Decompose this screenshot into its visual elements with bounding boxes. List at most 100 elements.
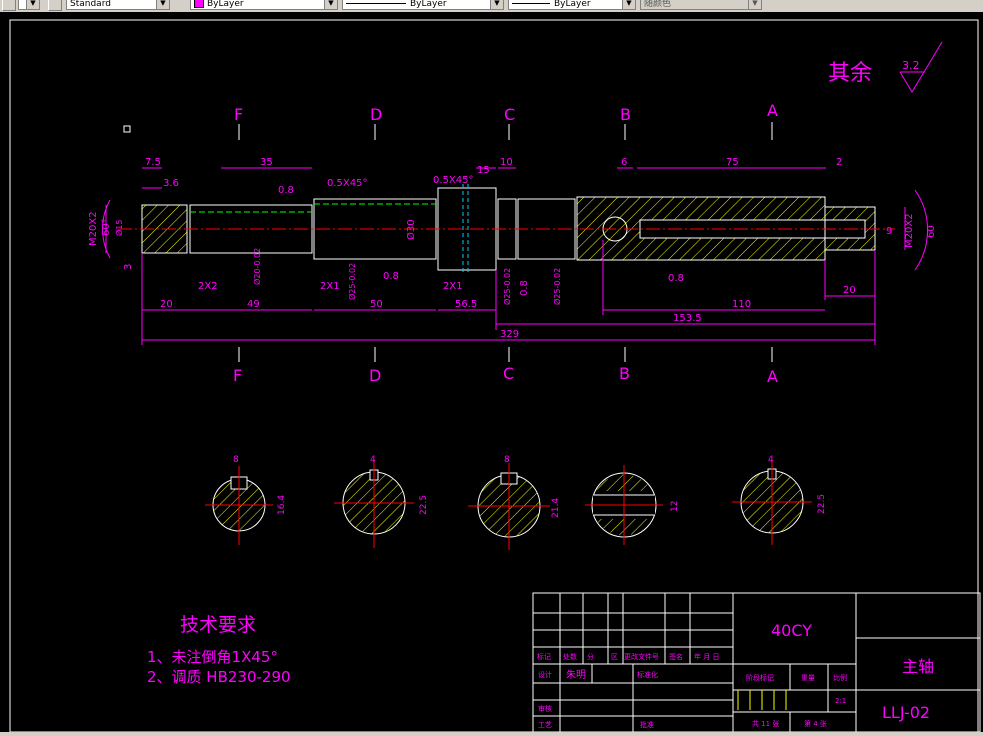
toolbar-spacer: [768, 0, 978, 11]
section-d: 4 22.5: [334, 455, 429, 548]
dimension-label: 第 4 张: [804, 719, 827, 728]
linetype-sample: [346, 3, 406, 4]
dimension-label: Ø20-0.02: [252, 248, 262, 285]
dimension-label: 区: [611, 653, 618, 661]
dimension-label: 批准: [640, 720, 654, 729]
toolbar-button[interactable]: [2, 0, 16, 11]
section-letter: D: [370, 105, 382, 124]
dimension-label: 50: [370, 299, 383, 310]
grip-marker: [123, 125, 131, 133]
dimension-label: 0.8: [519, 280, 530, 296]
dimension-label: 重量: [801, 674, 815, 682]
dimension-label: 12: [670, 501, 680, 512]
dimension-label: 年 月 日: [694, 652, 719, 661]
dimension-label: 20: [160, 299, 173, 310]
dimension-label: 22.5: [419, 495, 429, 515]
color-dropdown[interactable]: ByLayer ▼: [190, 0, 338, 10]
dimension-label: 75: [726, 157, 739, 168]
text-style-icon[interactable]: [48, 0, 62, 11]
section-markers-bottom: F D C B A: [233, 347, 778, 386]
drawing-canvas[interactable]: 其余 3.2 F D C B A F D C B A 7.5 3.6 35 0.…: [0, 12, 983, 733]
title-block: 40CY 主轴 LLJ-02 标记 处数 分 区 更改文件号 签名 年 月 日 …: [532, 592, 981, 733]
lineweight-dropdown[interactable]: ByLayer ▼: [508, 0, 636, 10]
dimension-label: 35: [260, 157, 273, 168]
dimension-label: 0.5X45°: [433, 175, 473, 186]
dimension-label: 0.8: [383, 271, 399, 282]
chevron-down-icon: ▼: [26, 0, 39, 9]
dimension-label: 9: [886, 226, 892, 237]
dimension-label: 21.4: [551, 498, 561, 518]
dimension-label: M20X2: [88, 211, 99, 246]
tech-req-title: 技术要求: [180, 614, 256, 636]
linetype-dropdown[interactable]: ByLayer ▼: [342, 0, 504, 10]
section-f: 8 16.4: [205, 455, 287, 545]
drawing-number: LLJ-02: [882, 703, 930, 722]
dimension-label: 8: [504, 455, 510, 465]
designer-name: 朱明: [566, 669, 586, 681]
section-letter: F: [233, 366, 242, 385]
dimension-label: Ø25-0.02: [552, 268, 562, 305]
dimension-label: 更改文件号: [624, 652, 659, 661]
dimension-label: Ø25-0.02: [347, 263, 357, 300]
dimension-label: 2X1: [443, 281, 463, 292]
dimension-label: 2: [836, 157, 842, 168]
dimension-label: 6: [621, 157, 627, 168]
scale-value: 2:1: [835, 697, 846, 705]
section-letter: A: [767, 367, 778, 386]
dimension-label: 共 11 张: [752, 719, 779, 728]
toolbar-dropdown[interactable]: ▼: [18, 0, 40, 10]
dimension-label: 10: [500, 157, 513, 168]
roughness-symbol: 3.2: [899, 41, 943, 93]
drawing-svg[interactable]: 其余 3.2 F D C B A F D C B A 7.5 3.6 35 0.…: [0, 12, 983, 733]
shaft-main-view: [118, 184, 895, 274]
section-letter: B: [620, 105, 631, 124]
section-letter: D: [369, 366, 381, 385]
dimension-label: 153.5: [673, 313, 702, 324]
color-swatch: [194, 0, 204, 8]
dimension-label: 签名: [669, 652, 683, 661]
text-style-dropdown[interactable]: Standard ▼: [66, 0, 170, 10]
dimension-label: 4: [768, 455, 774, 465]
chevron-down-icon: ▼: [490, 0, 503, 9]
dimension-label: 4: [370, 455, 376, 465]
dimension-label: 60°: [101, 218, 112, 236]
dimension-label: Ø25-0.02: [502, 268, 512, 305]
technical-requirements: 技术要求 1、未注倒角1X45° 2、调质 HB230-290: [147, 614, 291, 686]
dimension-label: 22.5: [817, 494, 827, 514]
dimension-label: 分: [587, 652, 594, 661]
dimension-label: 56.5: [455, 299, 477, 310]
dimension-label: 审核: [538, 704, 552, 713]
chevron-down-icon: ▼: [324, 0, 337, 9]
dimension-label: 15: [477, 165, 490, 176]
material: 40CY: [771, 621, 812, 640]
dimension-label: 阶段标记: [746, 673, 774, 682]
dimension-label: 比例: [833, 673, 847, 682]
tech-req-line: 1、未注倒角1X45°: [147, 648, 278, 666]
dimension-label: 8: [233, 455, 239, 465]
dimension-label: 工艺: [538, 721, 552, 729]
dimension-label: 2X1: [320, 281, 340, 292]
plot-style-dropdown[interactable]: 随颜色 ▼: [640, 0, 762, 10]
dimension-label: 处数: [563, 652, 577, 661]
dimension-label: 标记: [537, 652, 551, 661]
section-c: 8 21.4: [468, 455, 561, 550]
plot-style-value: 随颜色: [644, 0, 672, 9]
section-letter: C: [504, 105, 515, 124]
dimension-label: Ø30: [405, 219, 417, 240]
chevron-down-icon: ▼: [156, 0, 169, 9]
section-a: 4 22.5: [732, 455, 827, 545]
dimension-label: 0.8: [668, 273, 684, 284]
dimension-label: 49: [247, 299, 260, 310]
dimension-label: 329: [500, 329, 519, 340]
dimension-label: 0.5X45°: [327, 178, 367, 189]
dimension-label: 110: [732, 299, 751, 310]
lineweight-value: ByLayer: [554, 0, 591, 9]
dimension-label: 0.8: [278, 185, 294, 196]
color-value: ByLayer: [207, 0, 244, 9]
dimension-label: 标准化: [637, 670, 658, 679]
tech-req-line: 2、调质 HB230-290: [147, 668, 291, 686]
dimension-label: M20X2: [904, 213, 915, 248]
text-style-value: Standard: [70, 0, 111, 9]
section-letter: F: [234, 105, 243, 124]
dimension-label: 20: [843, 285, 856, 296]
